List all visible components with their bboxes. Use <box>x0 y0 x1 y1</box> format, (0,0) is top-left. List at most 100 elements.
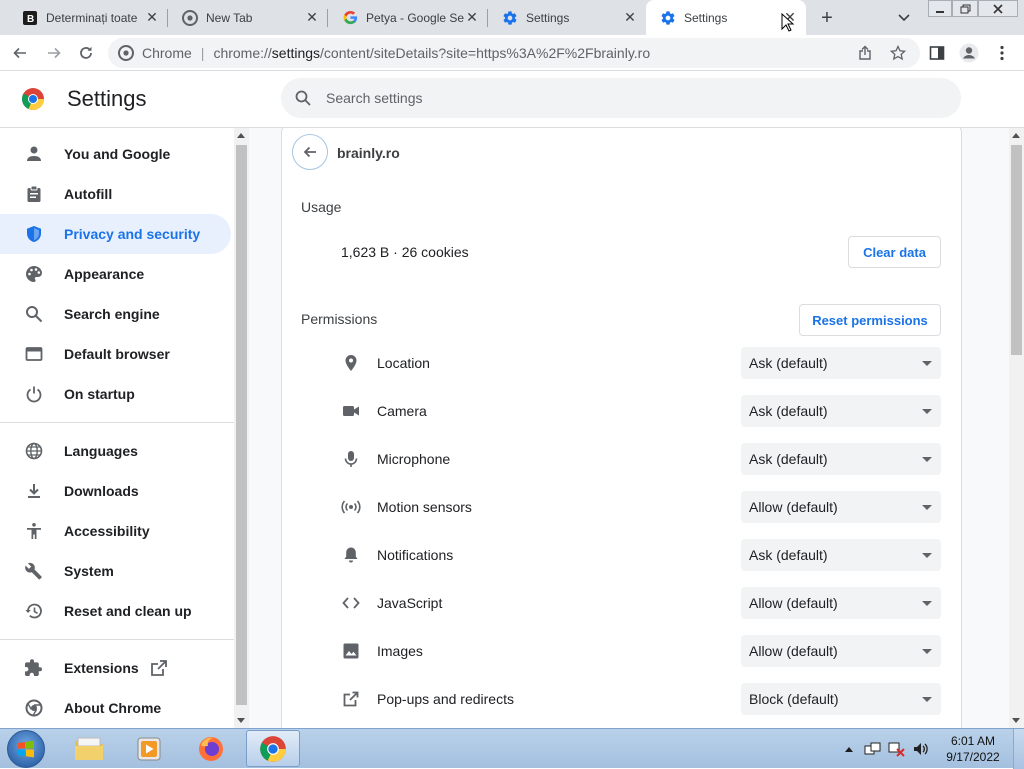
camera-permission-select[interactable]: Ask (default) <box>741 395 941 427</box>
javascript-permission-select[interactable]: Allow (default) <box>741 587 941 619</box>
close-window-button[interactable] <box>978 0 1018 17</box>
notifications-permission-select[interactable]: Ask (default) <box>741 539 941 571</box>
back-to-site-list-button[interactable] <box>292 134 328 170</box>
sidebar-item-accessibility[interactable]: Accessibility <box>0 511 231 551</box>
svg-text:B: B <box>27 14 34 25</box>
select-value: Ask (default) <box>749 547 828 563</box>
clock-date: 9/17/2022 <box>946 750 1000 764</box>
sidebar-item-autofill[interactable]: Autofill <box>0 174 231 214</box>
sidebar-item-label: System <box>64 563 114 579</box>
tab-title: Settings <box>684 10 728 25</box>
network-icon[interactable] <box>888 741 906 757</box>
scrollbar-thumb[interactable] <box>1011 145 1022 355</box>
minimize-button[interactable] <box>928 0 952 17</box>
microphone-permission-select[interactable]: Ask (default) <box>741 443 941 475</box>
chrome-menu-button[interactable] <box>988 39 1016 67</box>
sidebar-scrollbar[interactable] <box>234 128 249 728</box>
url-rest: /content/siteDetails?site=https%3A%2F%2F… <box>320 45 651 61</box>
close-tab-icon[interactable]: ✕ <box>144 9 160 26</box>
tab-title: Petya - Google Se <box>366 10 464 25</box>
scroll-up-arrow-icon[interactable] <box>1012 133 1020 138</box>
popups-permission-select[interactable]: Block (default) <box>741 683 941 715</box>
tab-search-button[interactable] <box>893 7 915 29</box>
microphone-icon <box>341 449 361 469</box>
tab-new-tab[interactable]: New Tab ✕ <box>168 0 328 35</box>
scrollbar-thumb[interactable] <box>236 145 247 705</box>
tab-brainly[interactable]: B Determinați toate ✕ <box>8 0 168 35</box>
shield-icon <box>24 224 44 244</box>
permission-row-popups: Pop-ups and redirects Block (default) <box>282 675 961 723</box>
scroll-down-arrow-icon[interactable] <box>237 718 245 723</box>
open-in-new-icon <box>341 689 361 709</box>
taskbar-explorer[interactable] <box>62 730 116 767</box>
action-center-icon[interactable] <box>864 741 882 757</box>
forward-button[interactable] <box>40 39 68 67</box>
search-input[interactable] <box>326 90 926 106</box>
wrench-icon <box>24 561 44 581</box>
dropdown-arrow-icon <box>922 409 932 414</box>
new-tab-button[interactable]: + <box>814 5 840 31</box>
sidebar-item-label: On startup <box>64 386 135 402</box>
sidebar-item-default-browser[interactable]: Default browser <box>0 334 231 374</box>
sidebar-item-you-and-google[interactable]: You and Google <box>0 134 231 174</box>
sidebar-item-search-engine[interactable]: Search engine <box>0 294 231 334</box>
chevron-down-icon <box>898 14 910 22</box>
sidebar-item-downloads[interactable]: Downloads <box>0 471 231 511</box>
sidebar-item-appearance[interactable]: Appearance <box>0 254 231 294</box>
motion-sensors-permission-select[interactable]: Allow (default) <box>741 491 941 523</box>
address-bar[interactable]: Chrome | chrome://settings/content/siteD… <box>108 38 920 68</box>
taskbar-clock[interactable]: 6:01 AM 9/17/2022 <box>940 733 1006 765</box>
omnibox-divider: | <box>200 45 205 61</box>
location-permission-select[interactable]: Ask (default) <box>741 347 941 379</box>
sidebar-item-label: Default browser <box>64 346 170 362</box>
sidebar-item-privacy-and-security[interactable]: Privacy and security <box>0 214 231 254</box>
reload-button[interactable] <box>72 39 100 67</box>
sidebar-item-system[interactable]: System <box>0 551 231 591</box>
images-permission-select[interactable]: Allow (default) <box>741 635 941 667</box>
taskbar-firefox[interactable] <box>184 730 238 767</box>
url-prefix: chrome:// <box>213 45 272 61</box>
puzzle-icon <box>24 658 44 678</box>
scroll-down-arrow-icon[interactable] <box>1012 718 1020 723</box>
sidebar-item-on-startup[interactable]: On startup <box>0 374 231 414</box>
download-icon <box>24 481 44 501</box>
show-desktop-button[interactable] <box>1013 729 1024 769</box>
show-hidden-icons-icon[interactable] <box>844 745 854 753</box>
restore-button[interactable] <box>952 0 978 17</box>
tab-title: Settings <box>526 10 570 25</box>
tab-settings[interactable]: Settings ✕ <box>488 0 646 35</box>
person-icon <box>24 144 44 164</box>
sidebar-item-languages[interactable]: Languages <box>0 431 231 471</box>
volume-icon[interactable] <box>912 741 930 757</box>
side-panel-icon <box>929 46 945 60</box>
share-icon[interactable] <box>856 44 874 62</box>
taskbar-media-player[interactable] <box>122 730 176 767</box>
settings-search-box[interactable] <box>281 78 961 118</box>
close-tab-icon[interactable]: ✕ <box>622 9 638 26</box>
profile-button[interactable] <box>955 39 983 67</box>
reset-permissions-button[interactable]: Reset permissions <box>799 304 941 336</box>
arrow-left-icon <box>13 47 26 59</box>
tab-google-search[interactable]: Petya - Google Se ✕ <box>328 0 488 35</box>
dropdown-arrow-icon <box>922 457 932 462</box>
scroll-up-arrow-icon[interactable] <box>237 133 245 138</box>
main-scrollbar[interactable] <box>1009 128 1024 728</box>
sidebar-item-extensions[interactable]: Extensions <box>0 648 231 688</box>
sidebar-item-about-chrome[interactable]: About Chrome <box>0 688 231 728</box>
select-value: Allow (default) <box>749 499 838 515</box>
close-tab-icon[interactable]: ✕ <box>304 9 320 26</box>
start-button[interactable] <box>7 730 45 768</box>
sidebar-item-reset-and-clean-up[interactable]: Reset and clean up <box>0 591 231 631</box>
permission-label: Camera <box>377 403 427 419</box>
accessibility-icon <box>24 521 44 541</box>
tab-strip: B Determinați toate ✕ New Tab ✕ Petya - … <box>0 0 1024 35</box>
close-tab-icon[interactable]: ✕ <box>464 9 480 26</box>
open-in-new-icon <box>151 660 167 676</box>
back-button[interactable] <box>6 39 34 67</box>
clear-data-button[interactable]: Clear data <box>848 236 941 268</box>
bookmark-star-icon[interactable] <box>889 44 907 62</box>
select-value: Ask (default) <box>749 355 828 371</box>
side-panel-button[interactable] <box>923 39 951 67</box>
sidebar-item-label: Privacy and security <box>64 226 201 242</box>
taskbar-chrome[interactable] <box>246 730 300 767</box>
